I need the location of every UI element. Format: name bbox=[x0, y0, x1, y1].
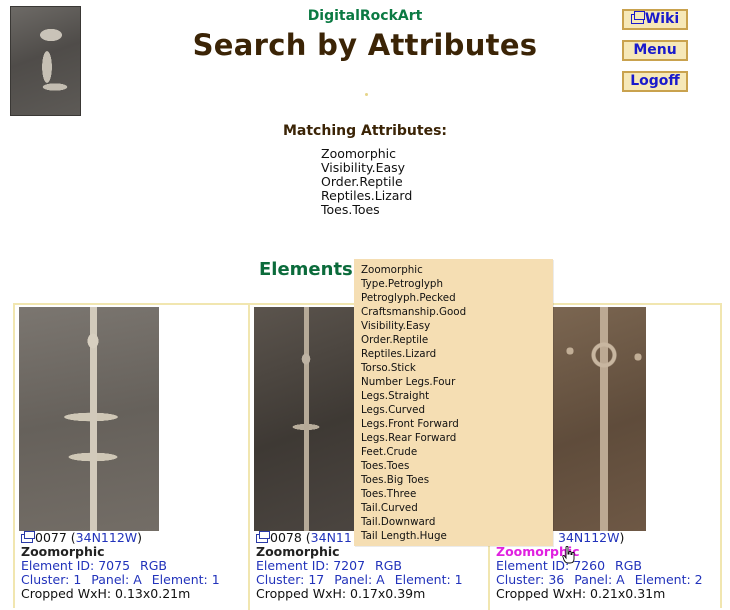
petroglyph-photo[interactable] bbox=[19, 307, 159, 531]
tooltip-item: Tail.Curved bbox=[361, 502, 418, 514]
tooltip-item: Petroglyph.Pecked bbox=[361, 292, 456, 304]
cropped-size: Cropped WxH: 0.17x0.39m bbox=[256, 586, 426, 601]
tooltip-item: Tail Length.Huge bbox=[361, 530, 447, 542]
result-card: 0077 (34N112W) Zoomorphic Element ID: 70… bbox=[15, 305, 250, 610]
element-link[interactable]: Element: 1 bbox=[152, 572, 220, 587]
rgb-link[interactable]: RGB bbox=[375, 558, 402, 573]
element-link[interactable]: Element: 1 bbox=[395, 572, 463, 587]
tooltip-item: Legs.Curved bbox=[361, 404, 425, 416]
rgb-link[interactable]: RGB bbox=[615, 558, 642, 573]
tooltip-item: Toes.Big Toes bbox=[361, 474, 430, 486]
tooltip-item: Torso.Stick bbox=[361, 362, 416, 374]
open-window-icon[interactable] bbox=[256, 531, 270, 543]
tooltip-item: Craftsmanship.Good bbox=[361, 306, 467, 318]
tooltip-item: Toes.Three bbox=[361, 488, 417, 500]
tooltip-item: Legs.Rear Forward bbox=[361, 432, 457, 444]
open-window-icon[interactable] bbox=[21, 531, 35, 543]
attribute-item: Visibility.Easy bbox=[321, 160, 406, 175]
panel-link[interactable]: Panel: A bbox=[334, 572, 384, 587]
tooltip-item: Number Legs.Four bbox=[361, 376, 456, 388]
window-icon bbox=[630, 11, 645, 24]
logoff-button[interactable]: Logoff bbox=[622, 71, 688, 92]
tooltip-item: Visibility.Easy bbox=[361, 320, 431, 332]
cluster-link[interactable]: Cluster: 1 bbox=[21, 572, 81, 587]
tooltip-item: Tail.Downward bbox=[361, 516, 436, 528]
petroglyph-photo[interactable] bbox=[552, 307, 646, 531]
location-link[interactable]: 34N112W bbox=[76, 530, 137, 545]
logoff-button-label: Logoff bbox=[630, 73, 680, 89]
site-name[interactable]: DigitalRockArt bbox=[0, 8, 730, 24]
element-id-link[interactable]: Element ID: 7260 bbox=[496, 558, 605, 573]
card-number: 0078 bbox=[270, 530, 302, 545]
card-meta: 0077 (34N112W) Zoomorphic Element ID: 70… bbox=[21, 530, 220, 601]
element-id-link[interactable]: Element ID: 7207 bbox=[256, 558, 365, 573]
tooltip-item: Zoomorphic bbox=[361, 264, 423, 276]
rgb-link[interactable]: RGB bbox=[140, 558, 167, 573]
location-link[interactable]: 34N11 bbox=[311, 530, 352, 545]
cropped-size: Cropped WxH: 0.21x0.31m bbox=[496, 586, 666, 601]
attributes-tooltip: Zoomorphic Type.Petroglyph Petroglyph.Pe… bbox=[354, 259, 553, 546]
element-link[interactable]: Element: 2 bbox=[635, 572, 703, 587]
wiki-button[interactable]: Wiki bbox=[622, 9, 688, 30]
tooltip-item: Type.Petroglyph bbox=[361, 278, 443, 290]
cropped-size: Cropped WxH: 0.13x0.21m bbox=[21, 586, 191, 601]
matching-attributes-title: Matching Attributes: bbox=[282, 123, 448, 139]
card-category[interactable]: Zoomorphic bbox=[21, 545, 220, 559]
elements-title: Elements bbox=[259, 259, 353, 280]
attribute-item: Toes.Toes bbox=[321, 202, 380, 217]
card-category-hovered[interactable]: Zoomorphic bbox=[496, 545, 703, 559]
menu-button[interactable]: Menu bbox=[622, 40, 688, 61]
tooltip-item: Order.Reptile bbox=[361, 334, 429, 346]
wiki-button-label: Wiki bbox=[644, 11, 680, 27]
card-number: 0077 bbox=[35, 530, 67, 545]
panel-link[interactable]: Panel: A bbox=[91, 572, 141, 587]
cluster-link[interactable]: Cluster: 36 bbox=[496, 572, 564, 587]
attribute-item: Reptiles.Lizard bbox=[321, 188, 413, 203]
petroglyph-photo[interactable] bbox=[254, 307, 356, 531]
tooltip-item: Legs.Front Forward bbox=[361, 418, 459, 430]
tooltip-item: Reptiles.Lizard bbox=[361, 348, 437, 360]
attribute-item: Order.Reptile bbox=[321, 174, 403, 189]
tooltip-item: Legs.Straight bbox=[361, 390, 430, 402]
panel-link[interactable]: Panel: A bbox=[574, 572, 624, 587]
card-category[interactable]: Zoomorphic bbox=[256, 545, 463, 559]
tooltip-item: Feet.Crude bbox=[361, 446, 418, 458]
hand-cursor-icon bbox=[562, 546, 575, 564]
attribute-item: Zoomorphic bbox=[321, 146, 397, 161]
location-link[interactable]: 34N112W bbox=[558, 530, 619, 545]
matching-attributes-list: Zoomorphic Visibility.Easy Order.Reptile… bbox=[321, 147, 412, 217]
menu-button-label: Menu bbox=[633, 42, 677, 58]
decorative-dot bbox=[365, 93, 368, 96]
page-title: Search by Attributes bbox=[192, 28, 538, 62]
tooltip-item: Toes.Toes bbox=[361, 460, 410, 472]
element-id-link[interactable]: Element ID: 7075 bbox=[21, 558, 130, 573]
cluster-link[interactable]: Cluster: 17 bbox=[256, 572, 324, 587]
